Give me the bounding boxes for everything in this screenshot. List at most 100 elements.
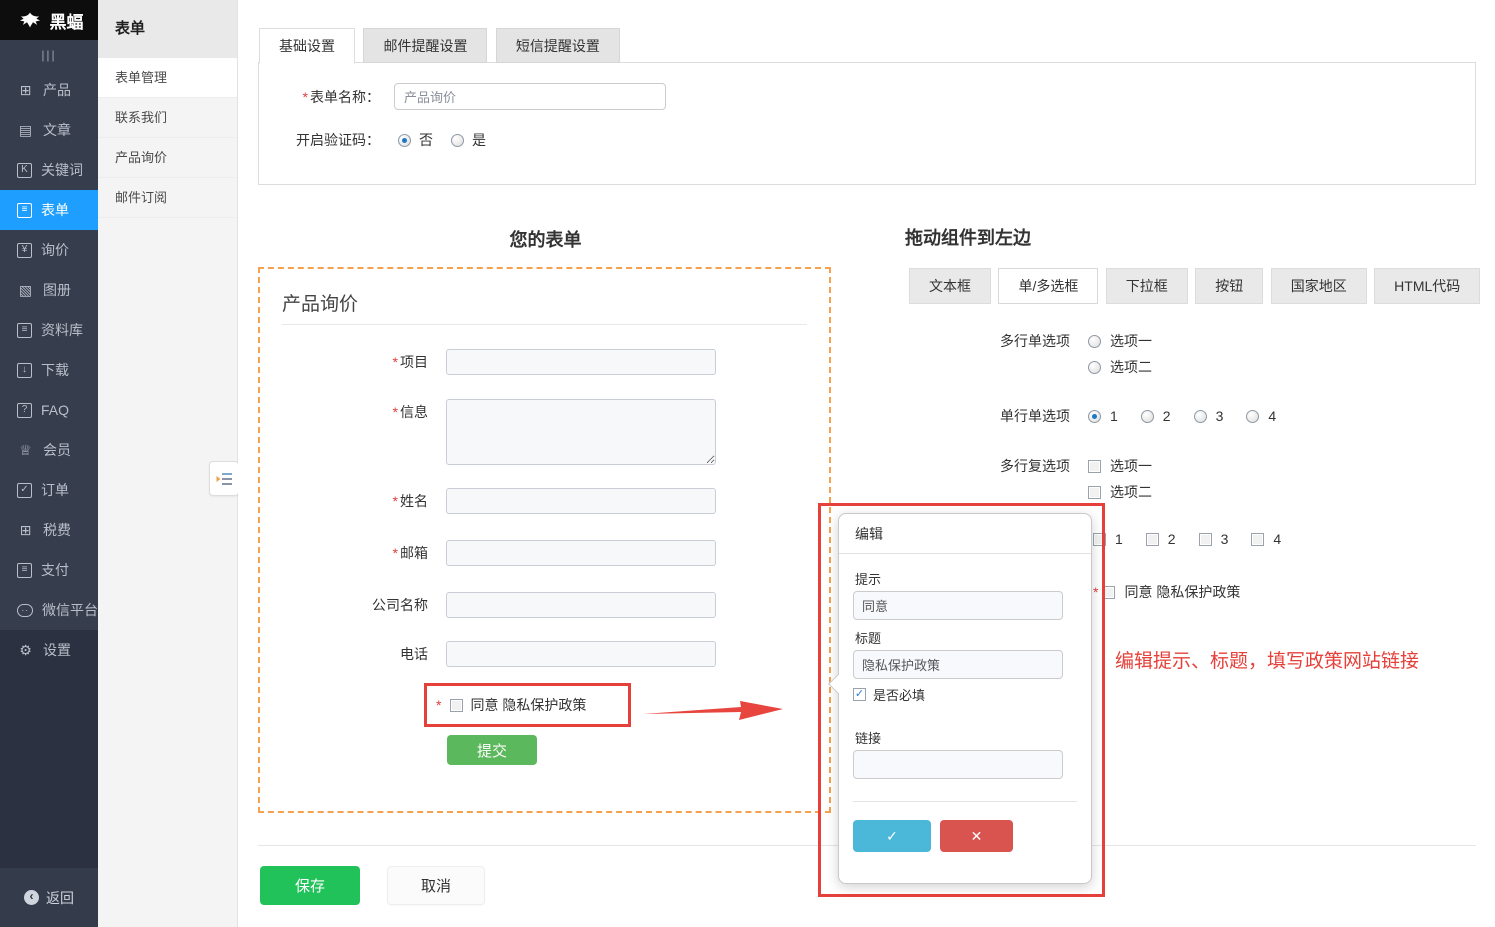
tab-button[interactable]: 按钮 xyxy=(1195,268,1263,304)
popup-left-notch xyxy=(828,674,848,694)
components-tab-bar: 文本框 单/多选框 下拉框 按钮 国家地区 HTML代码 xyxy=(909,268,1483,304)
sidebar-item-label: FAQ xyxy=(41,402,69,418)
component-privacy-check-row[interactable]: * 同意 隐私保护政策 xyxy=(1093,582,1254,602)
sidebar-item-tax[interactable]: ⊞ 税费 xyxy=(0,510,98,550)
albums-icon: ▧ xyxy=(17,282,34,299)
required-asterisk: * xyxy=(393,493,398,509)
component-multi-check-row1[interactable]: 多行复选项 选项一 xyxy=(930,456,1166,476)
tab-html-code[interactable]: HTML代码 xyxy=(1374,268,1480,304)
sidebar-item-label: 图册 xyxy=(43,280,71,300)
brand-logo[interactable]: 黑蝠 xyxy=(0,0,98,40)
save-button[interactable]: 保存 xyxy=(260,866,360,905)
tab-textbox[interactable]: 文本框 xyxy=(909,268,991,304)
sidebar-item-albums[interactable]: ▧ 图册 xyxy=(0,270,98,310)
tab-basic-settings[interactable]: 基础设置 xyxy=(259,28,355,64)
phone-input[interactable] xyxy=(446,641,716,667)
field-row-name: *姓名 xyxy=(260,488,716,514)
sidebar-item-members[interactable]: ♕ 会员 xyxy=(0,430,98,470)
agree-label: 同意 隐私保护政策 xyxy=(470,695,586,715)
checkbox-checked-icon[interactable]: ✓ xyxy=(853,688,866,701)
title-input[interactable] xyxy=(853,650,1063,679)
sidebar-item-download[interactable]: ↓ 下载 xyxy=(0,350,98,390)
form-preview-dropzone[interactable]: 产品询价 *项目 *信息 *姓名 *邮箱 公司名称 xyxy=(258,267,831,813)
checkbox-unchecked-icon[interactable] xyxy=(1093,533,1106,546)
sidebar-item-keywords[interactable]: K 关键词 xyxy=(0,150,98,190)
sidebar-item-settings[interactable]: ⚙ 设置 xyxy=(0,630,98,670)
checkbox-unchecked-icon[interactable] xyxy=(1102,586,1115,599)
submenu-collapse-button[interactable] xyxy=(209,461,239,496)
radio-checked-icon[interactable] xyxy=(398,134,411,147)
name-input[interactable] xyxy=(446,488,716,514)
project-input[interactable] xyxy=(446,349,716,375)
radio-unchecked-icon[interactable] xyxy=(1194,410,1207,423)
tab-email-alert-settings[interactable]: 邮件提醒设置 xyxy=(363,28,487,63)
option-label: 3 xyxy=(1221,531,1229,547)
radio-unchecked-icon[interactable] xyxy=(1246,410,1259,423)
link-input[interactable] xyxy=(853,750,1063,779)
articles-icon: ▤ xyxy=(17,122,34,139)
checkbox-unchecked-icon[interactable] xyxy=(1088,486,1101,499)
option-label: 2 xyxy=(1163,408,1171,424)
sidebar-item-label: 表单 xyxy=(41,200,69,220)
message-textarea[interactable] xyxy=(446,399,716,465)
radio-checked-icon[interactable] xyxy=(1088,410,1101,423)
hint-input[interactable] xyxy=(853,591,1063,620)
sidebar-item-wechat[interactable]: ∙∙ 微信平台 xyxy=(0,590,98,630)
option-label: 2 xyxy=(1168,531,1176,547)
checkbox-unchecked-icon[interactable] xyxy=(1088,460,1101,473)
component-multi-radio-row2[interactable]: 选项二 xyxy=(1088,357,1166,377)
radio-unchecked-icon[interactable] xyxy=(451,134,464,147)
sidebar-item-orders[interactable]: ✓ 订单 xyxy=(0,470,98,510)
cancel-button[interactable]: 取消 xyxy=(387,866,485,905)
tab-dropdown[interactable]: 下拉框 xyxy=(1106,268,1188,304)
products-icon: ⊞ xyxy=(17,82,34,99)
sidebar-collapse-toggle[interactable]: ||| xyxy=(0,40,98,70)
tab-country-region[interactable]: 国家地区 xyxy=(1271,268,1367,304)
checkbox-unchecked-icon[interactable] xyxy=(1146,533,1159,546)
sidebar-item-inquiry[interactable]: ¥ 询价 xyxy=(0,230,98,270)
checkbox-unchecked-icon[interactable] xyxy=(1251,533,1264,546)
radio-unchecked-icon[interactable] xyxy=(1088,335,1101,348)
tab-single-multi-select[interactable]: 单/多选框 xyxy=(998,268,1098,304)
sidebar-item-label: 询价 xyxy=(41,240,69,260)
captcha-no-option[interactable]: 否 xyxy=(398,130,433,150)
captcha-yes-option[interactable]: 是 xyxy=(451,130,486,150)
tab-sms-alert-settings[interactable]: 短信提醒设置 xyxy=(496,28,620,63)
radio-unchecked-icon[interactable] xyxy=(1141,410,1154,423)
form-name-input[interactable] xyxy=(394,83,666,110)
sidebar-item-products[interactable]: ⊞ 产品 xyxy=(0,70,98,110)
company-input[interactable] xyxy=(446,592,716,618)
components-heading: 拖动组件到左边 xyxy=(905,224,1031,250)
sidebar-item-payment[interactable]: ≡ 支付 xyxy=(0,550,98,590)
component-inline-check-row[interactable]: 1 2 3 4 xyxy=(1093,531,1295,547)
submenu-item-form-management[interactable]: 表单管理 xyxy=(98,58,237,98)
submenu-item-email-subscribe[interactable]: 邮件订阅 xyxy=(98,178,237,218)
email-input[interactable] xyxy=(446,540,716,566)
sidebar-item-faq[interactable]: ? FAQ xyxy=(0,390,98,430)
sidebar-item-label: 产品 xyxy=(43,80,71,100)
privacy-option-label: 同意 隐私保护政策 xyxy=(1124,582,1240,602)
required-toggle-row[interactable]: ✓ 是否必填 xyxy=(853,685,925,704)
component-multi-check-row2[interactable]: 选项二 xyxy=(1088,482,1166,502)
popup-confirm-button[interactable]: ✓ xyxy=(853,820,931,852)
option-label: 选项二 xyxy=(1110,357,1152,377)
radio-unchecked-icon[interactable] xyxy=(1088,361,1101,374)
agree-checkbox[interactable] xyxy=(450,699,463,712)
secondary-sidebar: 表单 表单管理 联系我们 产品询价 邮件订阅 xyxy=(98,0,238,927)
basic-settings-panel: *表单名称： 开启验证码： 否 是 xyxy=(258,62,1476,185)
sidebar-item-label: 订单 xyxy=(41,480,69,500)
sidebar-item-articles[interactable]: ▤ 文章 xyxy=(0,110,98,150)
submenu-item-product-inquiry[interactable]: 产品询价 xyxy=(98,138,237,178)
sidebar-item-library[interactable]: ≡ 资料库 xyxy=(0,310,98,350)
submit-button[interactable]: 提交 xyxy=(447,735,537,765)
component-multi-radio-row1[interactable]: 多行单选项 选项一 xyxy=(930,331,1166,351)
checkbox-unchecked-icon[interactable] xyxy=(1199,533,1212,546)
back-button[interactable]: ‹ 返回 xyxy=(0,868,98,927)
submenu-item-contact-us[interactable]: 联系我们 xyxy=(98,98,237,138)
popup-cancel-button[interactable]: ✕ xyxy=(940,820,1013,852)
hint-label: 提示 xyxy=(855,569,881,588)
component-inline-radio-row[interactable]: 单行单选项 1 2 3 4 xyxy=(930,406,1290,426)
required-asterisk: * xyxy=(1093,584,1098,600)
sidebar-item-forms[interactable]: ≡ 表单 xyxy=(0,190,98,230)
field-row-email: *邮箱 xyxy=(260,540,716,566)
